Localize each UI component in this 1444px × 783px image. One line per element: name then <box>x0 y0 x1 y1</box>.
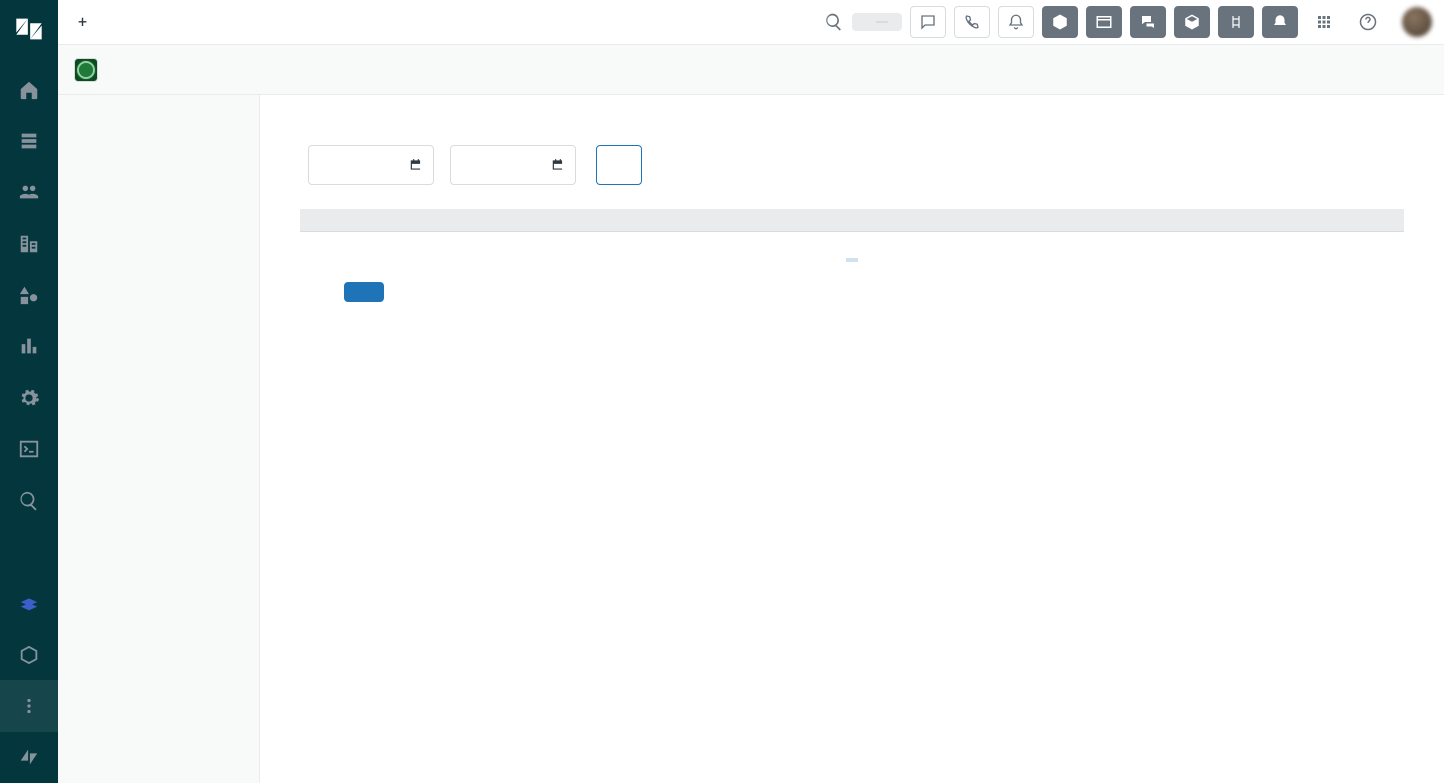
sidebar-item-all-notifications[interactable] <box>58 137 259 161</box>
nav-rail <box>0 0 58 783</box>
apps-grid-icon[interactable] <box>1306 6 1342 38</box>
rail-more-icon[interactable] <box>0 680 58 731</box>
add-button[interactable]: + <box>70 8 99 36</box>
col-sent-at <box>660 209 860 232</box>
app-alert-icon[interactable] <box>1262 6 1298 38</box>
rail-shapes-icon[interactable] <box>0 269 58 320</box>
app-header <box>58 45 1444 95</box>
start-date-input[interactable] <box>308 145 434 185</box>
zendesk-logo-icon[interactable] <box>14 14 44 44</box>
pagination <box>300 250 1404 266</box>
noticast-logo-icon <box>74 58 98 82</box>
notifications-table <box>300 209 1404 232</box>
search-icon[interactable] <box>824 12 844 32</box>
app-package-icon[interactable] <box>1174 6 1210 38</box>
sidebar-item-create-message[interactable] <box>58 161 259 185</box>
rail-customers-icon[interactable] <box>0 167 58 218</box>
app-links-icon[interactable] <box>1218 6 1254 38</box>
rail-organizations-icon[interactable] <box>0 218 58 269</box>
filters-row <box>300 145 1404 185</box>
rail-home-icon[interactable] <box>0 64 58 115</box>
rail-search-icon[interactable] <box>0 475 58 526</box>
sidebar-item-admin-panel[interactable] <box>58 185 259 209</box>
rail-zendesk-icon[interactable] <box>0 732 58 783</box>
apply-filter-button[interactable] <box>596 145 642 185</box>
chat-icon[interactable] <box>910 6 946 38</box>
calendar-icon <box>409 158 423 172</box>
avatar[interactable] <box>1402 7 1432 37</box>
rail-if-item[interactable] <box>0 526 58 577</box>
conversations-count <box>876 21 888 23</box>
end-date-input[interactable] <box>450 145 576 185</box>
rail-console-icon[interactable] <box>0 424 58 475</box>
notification-bell-icon[interactable] <box>998 6 1034 38</box>
rail-app1-icon[interactable] <box>0 578 58 629</box>
col-recipients <box>990 209 1190 232</box>
calendar-icon <box>551 158 565 172</box>
rail-admin-icon[interactable] <box>0 372 58 423</box>
page-number[interactable] <box>846 258 858 262</box>
help-icon[interactable] <box>1350 6 1386 38</box>
plus-icon: + <box>78 14 87 30</box>
download-csv-button[interactable] <box>344 282 384 302</box>
table-header-row <box>300 209 1404 232</box>
sidebar <box>58 95 260 783</box>
rail-reporting-icon[interactable] <box>0 321 58 372</box>
col-created-by <box>500 209 660 232</box>
col-sent-to <box>860 209 990 232</box>
rail-app2-icon[interactable] <box>0 629 58 680</box>
app-messages-icon[interactable] <box>1130 6 1166 38</box>
col-due-date <box>1190 209 1404 232</box>
content <box>260 95 1444 783</box>
app-cube-icon[interactable] <box>1042 6 1078 38</box>
app-window-icon[interactable] <box>1086 6 1122 38</box>
topbar: + <box>58 0 1444 45</box>
rail-views-icon[interactable] <box>0 115 58 166</box>
conversations-pill[interactable] <box>852 13 902 31</box>
phone-icon[interactable] <box>954 6 990 38</box>
sidebar-item-my-notifications[interactable] <box>58 113 259 137</box>
col-subject <box>300 209 500 232</box>
